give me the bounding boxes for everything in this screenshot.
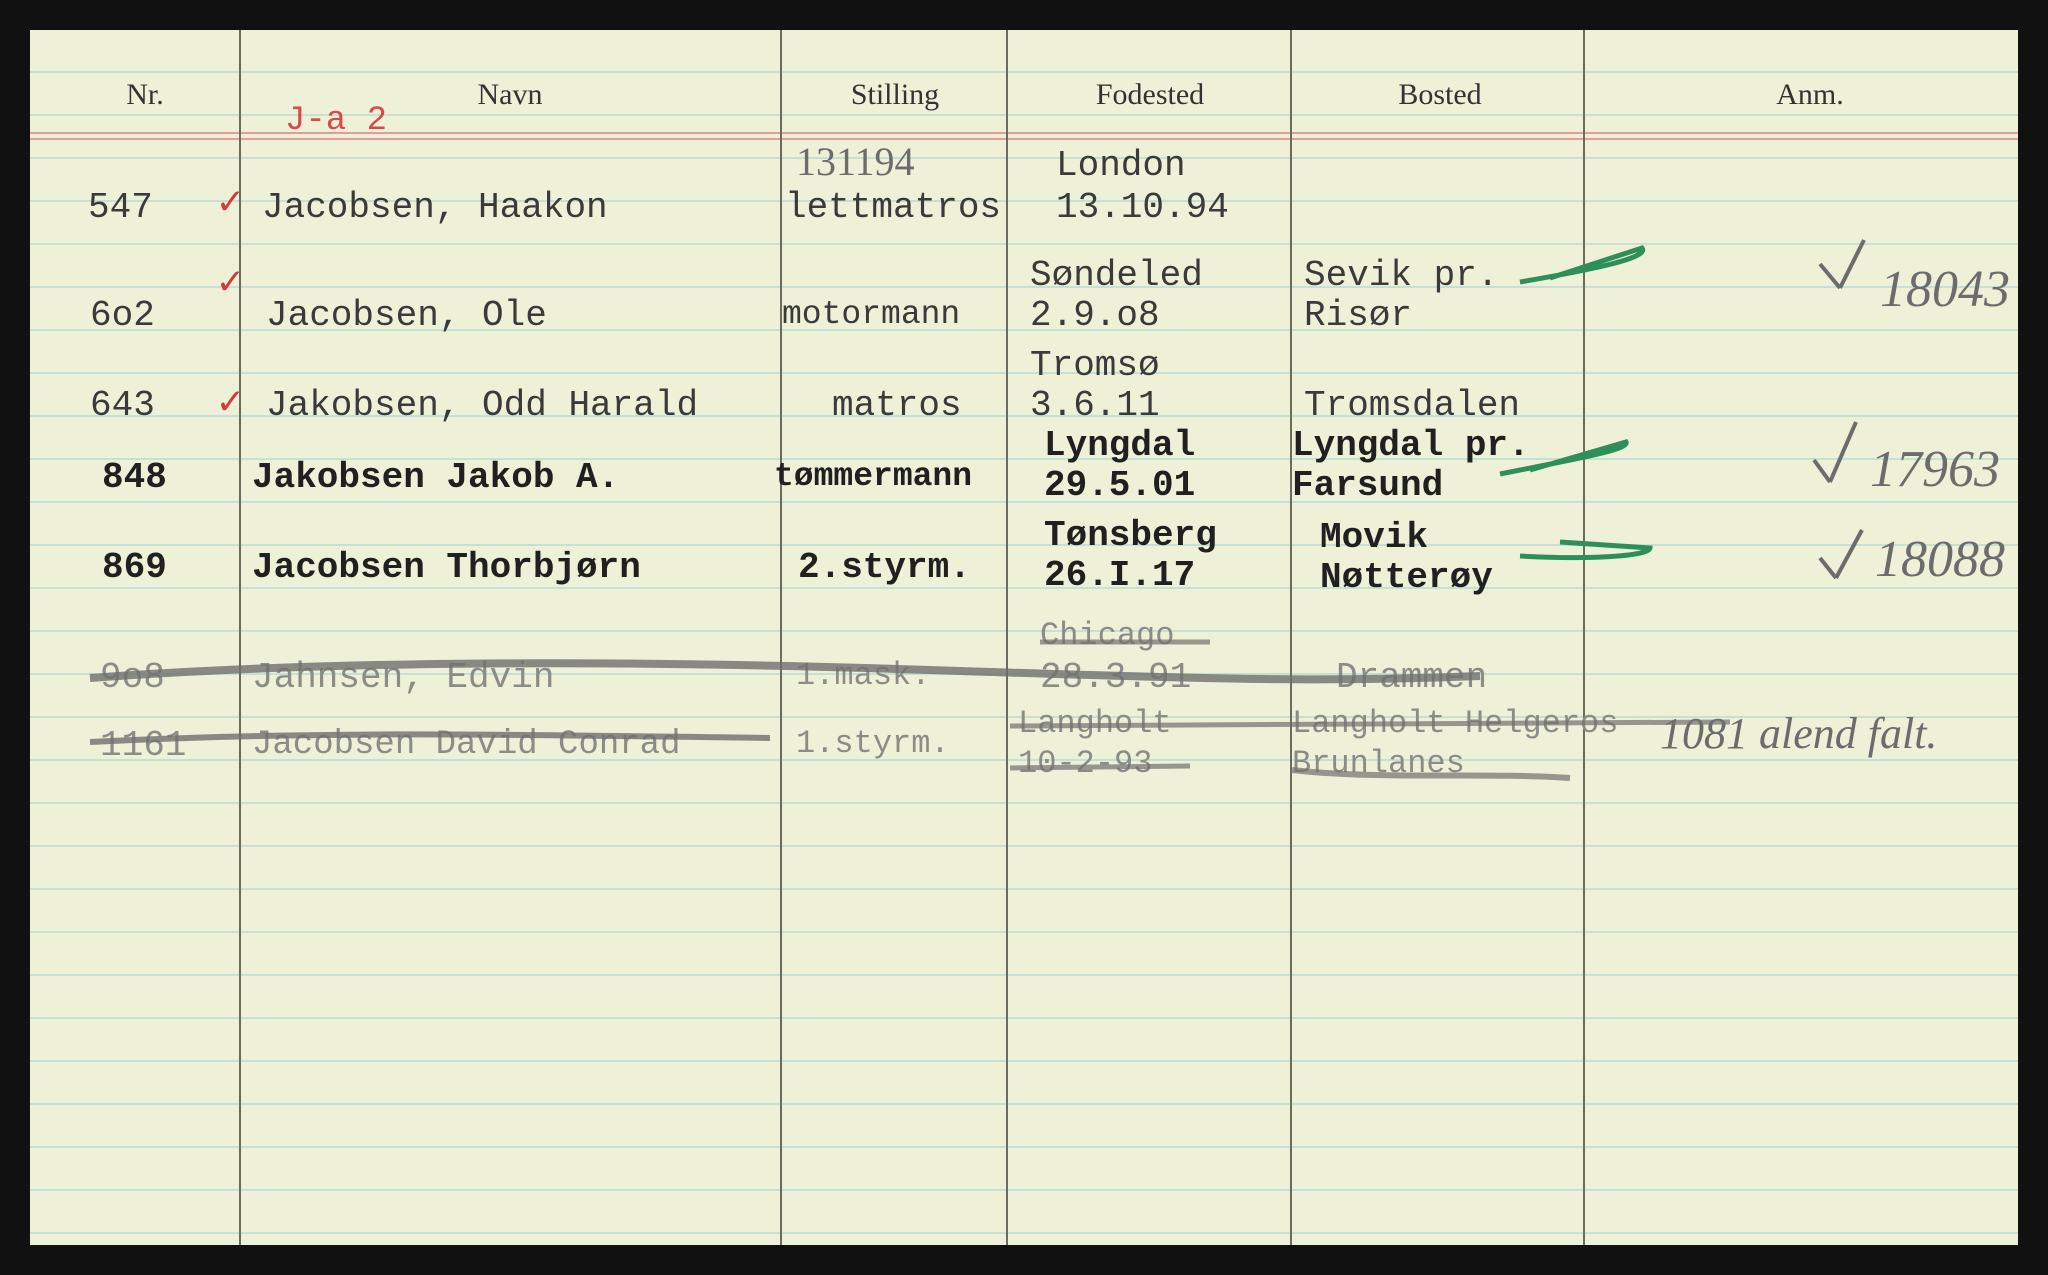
pen-strokes xyxy=(89,239,1866,781)
register-card: Nr. Navn Stilling Fodested Bosted Anm. J… xyxy=(30,30,2018,1245)
